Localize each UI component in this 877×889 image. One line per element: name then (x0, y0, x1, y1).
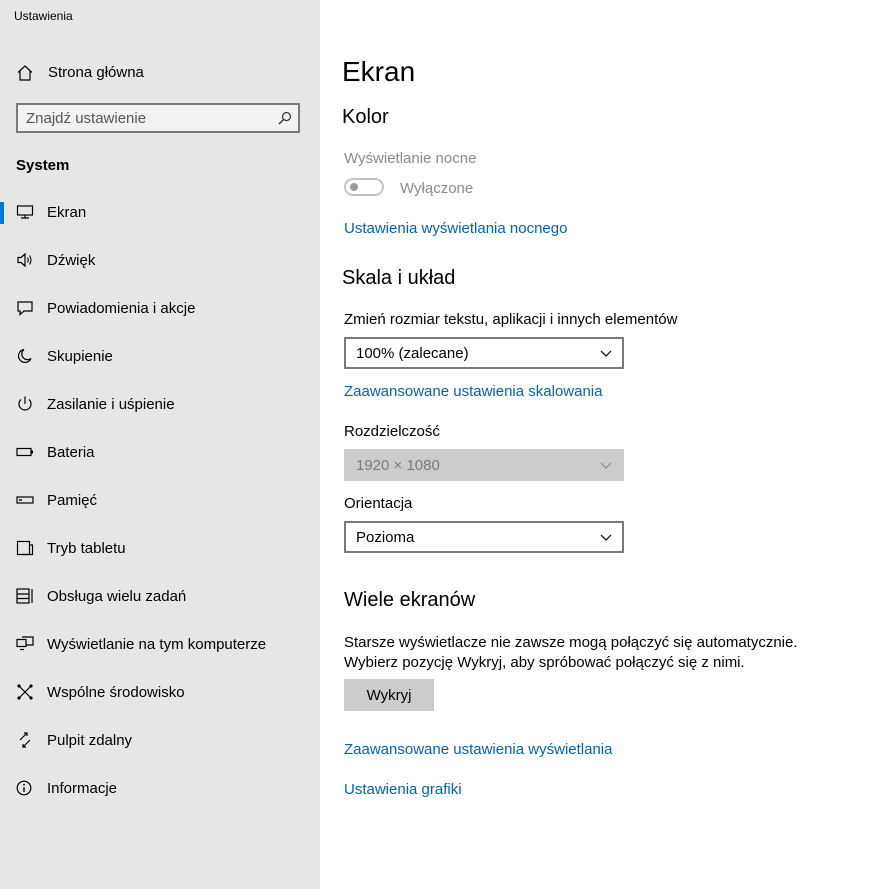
sidebar-item-informacje[interactable]: Informacje (0, 764, 320, 812)
scale-heading: Skala i układ (342, 267, 456, 289)
search-icon[interactable] (278, 111, 292, 125)
storage-icon (16, 492, 34, 508)
tablet-icon (16, 540, 34, 556)
sidebar-item-label: Pulpit zdalny (47, 732, 133, 749)
night-light-state: Wyłączone (400, 180, 474, 197)
advanced-scaling-link[interactable]: Zaawansowane ustawienia skalowania (344, 383, 603, 400)
shared-experiences-icon (16, 684, 34, 700)
sidebar-item-label: Ekran (47, 204, 87, 221)
description-line: Wybierz pozycję Wykryj, aby spróbować po… (344, 654, 745, 671)
size-label: Zmień rozmiar tekstu, aplikacji i innych… (344, 311, 678, 328)
chevron-down-icon (600, 347, 612, 359)
home-nav-item[interactable]: Strona główna (0, 58, 320, 88)
nav-list: Ekran Dźwięk Powiadomienia i akcje Skupi… (0, 188, 320, 812)
sidebar-item-tryb-tabletu[interactable]: Tryb tabletu (0, 524, 320, 572)
night-light-toggle[interactable] (344, 178, 384, 196)
home-icon (16, 64, 34, 82)
description-line: Starsze wyświetlacze nie zawsze mogą poł… (344, 634, 798, 651)
sidebar-item-wyswietlanie[interactable]: Wyświetlanie na tym komputerze (0, 620, 320, 668)
multi-display-heading: Wiele ekranów (344, 589, 476, 611)
orientation-label: Orientacja (344, 495, 413, 512)
notification-icon (16, 300, 34, 316)
power-icon (16, 396, 34, 412)
sidebar-item-wspolne[interactable]: Wspólne środowisko (0, 668, 320, 716)
sidebar-item-label: Tryb tabletu (47, 540, 126, 557)
toggle-knob (350, 183, 358, 191)
sidebar: Ustawienia Strona główna System Ekran Dź… (0, 0, 320, 889)
orientation-value: Pozioma (356, 529, 415, 546)
sidebar-item-skupienie[interactable]: Skupienie (0, 332, 320, 380)
sidebar-item-powiadomienia[interactable]: Powiadomienia i akcje (0, 284, 320, 332)
info-icon (16, 780, 34, 796)
sidebar-item-dzwiek[interactable]: Dźwięk (0, 236, 320, 284)
section-title: System (16, 157, 70, 174)
projecting-icon (16, 636, 34, 652)
speaker-icon (16, 252, 34, 268)
sidebar-item-pamiec[interactable]: Pamięć (0, 476, 320, 524)
color-heading: Kolor (342, 106, 389, 128)
orientation-dropdown[interactable]: Pozioma (344, 521, 624, 553)
detect-button[interactable]: Wykryj (344, 679, 434, 711)
night-light-label: Wyświetlanie nocne (344, 150, 477, 167)
chevron-down-icon (600, 531, 612, 543)
sidebar-item-label: Bateria (47, 444, 95, 461)
multitasking-icon (16, 588, 34, 604)
battery-icon (16, 444, 34, 460)
home-label: Strona główna (48, 64, 144, 81)
scale-value: 100% (zalecane) (356, 345, 469, 362)
sidebar-item-wielozadaniowosc[interactable]: Obsługa wielu zadań (0, 572, 320, 620)
sidebar-item-pulpit-zdalny[interactable]: Pulpit zdalny (0, 716, 320, 764)
sidebar-item-zasilanie[interactable]: Zasilanie i uśpienie (0, 380, 320, 428)
advanced-display-link[interactable]: Zaawansowane ustawienia wyświetlania (344, 741, 612, 758)
sidebar-item-label: Wspólne środowisko (47, 684, 185, 701)
sidebar-item-label: Skupienie (47, 348, 113, 365)
resolution-value: 1920 × 1080 (356, 457, 440, 474)
sidebar-item-label: Powiadomienia i akcje (47, 300, 196, 317)
remote-desktop-icon (16, 732, 34, 748)
night-light-settings-link[interactable]: Ustawienia wyświetlania nocnego (344, 220, 567, 237)
page-title: Ekran (342, 56, 416, 87)
search-input[interactable] (26, 108, 266, 128)
window-title: Ustawienia (14, 9, 73, 23)
resolution-dropdown[interactable]: 1920 × 1080 (344, 449, 624, 481)
search-box (16, 103, 300, 133)
sidebar-item-ekran[interactable]: Ekran (0, 188, 320, 236)
monitor-icon (16, 204, 34, 220)
chevron-down-icon (600, 459, 612, 471)
main-content: Ekran Kolor Wyświetlanie nocne Wyłączone… (320, 0, 877, 889)
sidebar-item-label: Wyświetlanie na tym komputerze (47, 636, 267, 653)
scale-dropdown[interactable]: 100% (zalecane) (344, 337, 624, 369)
sidebar-item-label: Pamięć (47, 492, 98, 509)
sidebar-item-label: Zasilanie i uśpienie (47, 396, 175, 413)
moon-icon (16, 348, 34, 364)
sidebar-item-label: Informacje (47, 780, 118, 797)
resolution-label: Rozdzielczość (344, 423, 440, 440)
sidebar-item-label: Dźwięk (47, 252, 96, 269)
multi-display-description: Starsze wyświetlacze nie zawsze mogą poł… (344, 633, 844, 673)
graphics-settings-link[interactable]: Ustawienia grafiki (344, 781, 462, 798)
sidebar-item-bateria[interactable]: Bateria (0, 428, 320, 476)
sidebar-item-label: Obsługa wielu zadań (47, 588, 187, 605)
